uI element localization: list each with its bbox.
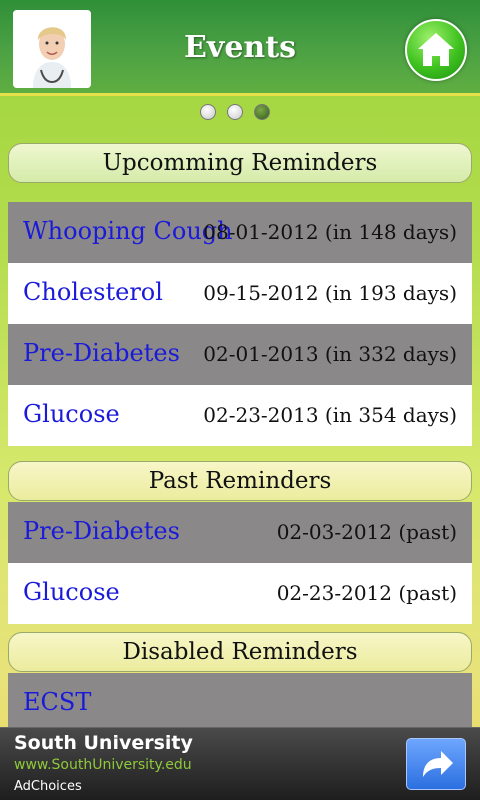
reminder-name[interactable]: Glucose [23,578,120,606]
reminder-date: 02-03-2012 (past) [276,520,457,544]
reminder-row[interactable]: Pre-Diabetes 02-01-2013 (in 332 days) [8,324,472,385]
reminder-date: 02-23-2013 (in 354 days) [203,403,457,427]
reminder-row[interactable]: Whooping Cough 08-01-2012 (in 148 days) [8,202,472,263]
past-reminders-header: Past Reminders [8,461,472,501]
reminder-row[interactable]: ECST [8,673,472,734]
ad-choices-link[interactable]: AdChoices [14,779,82,794]
reminder-row[interactable]: Glucose 02-23-2012 (past) [8,563,472,624]
share-arrow-icon[interactable] [406,738,466,790]
reminder-date: 09-15-2012 (in 193 days) [203,281,457,305]
reminder-row[interactable]: Pre-Diabetes 02-03-2012 (past) [8,502,472,563]
page-dot-3-active[interactable] [254,104,270,120]
reminder-date: 08-01-2012 (in 148 days) [203,220,457,244]
home-icon[interactable] [405,19,467,81]
ad-banner[interactable]: South University www.SouthUniversity.edu… [0,727,480,800]
reminder-row[interactable]: Cholesterol 09-15-2012 (in 193 days) [8,263,472,324]
ad-url[interactable]: www.SouthUniversity.edu [14,757,192,773]
reminder-name[interactable]: Cholesterol [23,278,163,306]
reminder-date: 02-01-2013 (in 332 days) [203,342,457,366]
reminder-date: 02-23-2012 (past) [276,581,457,605]
reminder-name[interactable]: Pre-Diabetes [23,517,180,545]
reminder-row[interactable]: Glucose 02-23-2013 (in 354 days) [8,385,472,446]
disabled-reminders-header: Disabled Reminders [8,632,472,672]
page-dot-1[interactable] [200,104,216,120]
reminder-name[interactable]: Pre-Diabetes [23,339,180,367]
upcoming-reminders-header: Upcomming Reminders [8,143,472,183]
reminder-name[interactable]: ECST [23,688,91,716]
app-header: Events [0,0,480,96]
reminder-name[interactable]: Whooping Cough [23,217,233,245]
reminder-name[interactable]: Glucose [23,400,120,428]
page-dot-2[interactable] [227,104,243,120]
ad-title[interactable]: South University [14,732,193,754]
page-indicator [200,104,280,120]
